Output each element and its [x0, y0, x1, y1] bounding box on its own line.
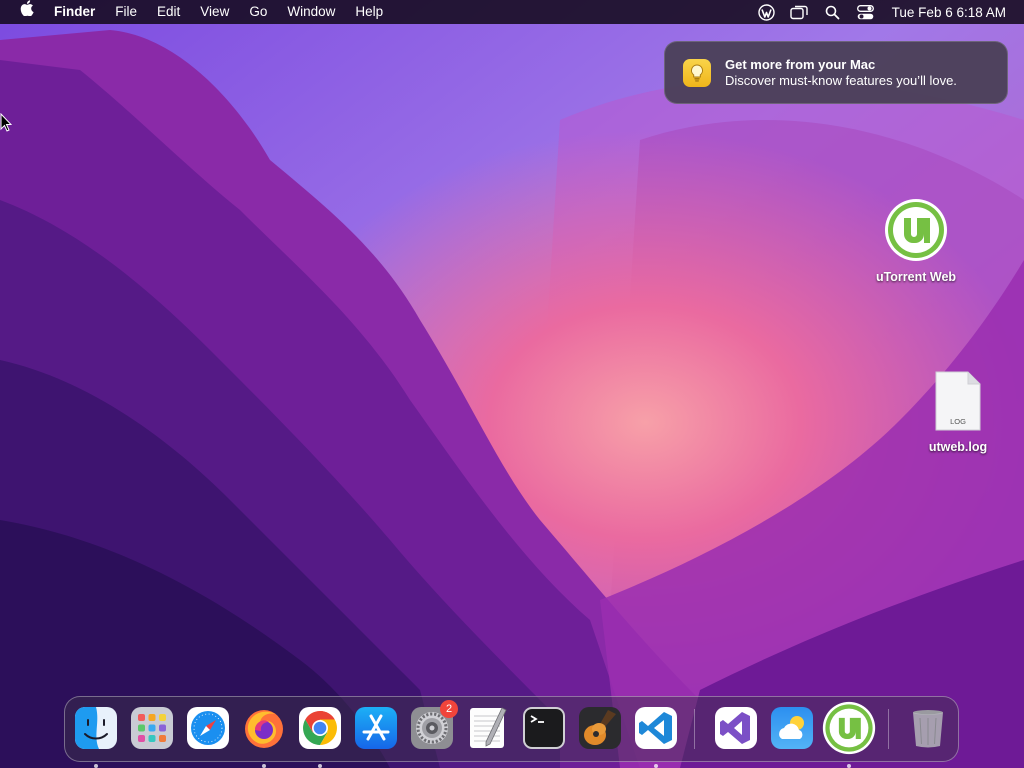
notification-badge: 2	[440, 700, 458, 718]
menu-view[interactable]: View	[190, 0, 239, 24]
menu-edit[interactable]: Edit	[147, 0, 190, 24]
dock-visual-studio[interactable]	[714, 706, 758, 750]
apple-logo-icon[interactable]	[12, 0, 44, 24]
dock-system-settings[interactable]: 2	[410, 700, 458, 750]
wordpress-icon[interactable]	[750, 0, 783, 24]
wallpaper	[0, 0, 1024, 768]
dock-firefox[interactable]	[242, 706, 286, 768]
menu-file[interactable]: File	[105, 0, 147, 24]
utorrent-icon	[885, 199, 947, 261]
visual-studio-icon	[715, 707, 757, 749]
dock-separator	[888, 709, 889, 749]
dock-separator	[694, 709, 695, 749]
garageband-icon	[579, 707, 621, 749]
control-center-icon[interactable]	[849, 0, 882, 24]
dock-chrome[interactable]	[298, 706, 342, 768]
screen-mirroring-icon[interactable]	[783, 0, 816, 24]
utorrent-icon	[822, 701, 876, 755]
spotlight-search-icon[interactable]	[816, 0, 849, 24]
desktop-item-utorrent-web[interactable]: uTorrent Web	[866, 198, 966, 284]
weather-icon	[771, 707, 813, 749]
desktop-item-utweb-log[interactable]: LOG utweb.log	[918, 370, 998, 454]
dock-safari[interactable]	[186, 706, 230, 750]
lightbulb-icon	[683, 59, 711, 87]
file-type-badge: LOG	[950, 417, 966, 426]
mouse-cursor-icon	[0, 113, 12, 132]
running-indicator	[94, 764, 98, 768]
menu-go[interactable]: Go	[239, 0, 277, 24]
notification-title: Get more from your Mac	[725, 57, 876, 72]
dock-weather[interactable]	[770, 706, 814, 750]
chrome-icon	[299, 707, 341, 749]
trash-icon	[913, 710, 943, 748]
dock: 2	[64, 696, 959, 768]
menu-help[interactable]: Help	[345, 0, 393, 24]
terminal-icon	[523, 707, 565, 749]
firefox-icon	[245, 710, 283, 748]
dock-textedit[interactable]	[466, 706, 510, 750]
dock-terminal[interactable]	[522, 706, 566, 750]
dock-app-store[interactable]	[354, 706, 398, 750]
dock-trash[interactable]	[906, 706, 950, 750]
launchpad-icon	[131, 707, 173, 749]
menu-window[interactable]: Window	[277, 0, 345, 24]
dock-launchpad[interactable]	[130, 706, 174, 750]
dock-utorrent-web[interactable]	[822, 701, 876, 768]
menu-bar: Finder File Edit View Go Window Help Tue…	[0, 0, 1024, 24]
app-store-icon	[355, 707, 397, 749]
textedit-icon	[470, 707, 507, 748]
notification-body: Discover must-know features you’ll love.	[725, 73, 957, 88]
desktop-item-label: uTorrent Web	[875, 270, 957, 284]
vscode-icon	[635, 707, 677, 749]
dock-garageband[interactable]	[578, 706, 622, 750]
running-indicator	[847, 764, 851, 768]
dock-vscode[interactable]	[634, 706, 678, 768]
desktop-item-label: utweb.log	[928, 440, 988, 454]
safari-icon	[187, 707, 229, 749]
running-indicator	[262, 764, 266, 768]
menu-clock[interactable]: Tue Feb 6 6:18 AM	[882, 5, 1006, 20]
finder-icon	[75, 707, 117, 749]
dock-finder[interactable]	[74, 706, 118, 768]
menu-app-name[interactable]: Finder	[44, 0, 105, 24]
desktop[interactable]: Finder File Edit View Go Window Help Tue…	[0, 0, 1024, 768]
notification-banner[interactable]: Get more from your Mac Discover must-kno…	[664, 41, 1008, 104]
running-indicator	[654, 764, 658, 768]
running-indicator	[318, 764, 322, 768]
